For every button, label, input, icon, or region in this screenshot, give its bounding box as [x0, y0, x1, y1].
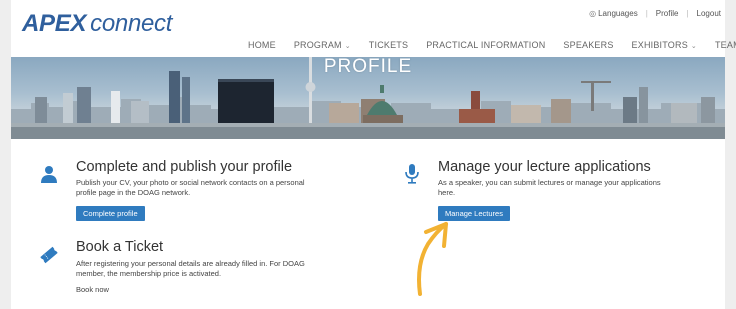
- ticket-card-description: After registering your personal details …: [76, 259, 366, 279]
- page-title: PROFILE: [323, 57, 413, 77]
- nav-program-label: PROGRAM: [293, 40, 342, 50]
- user-icon: [39, 164, 59, 184]
- divider: |: [686, 9, 689, 18]
- ticket-card: Book a Ticket After registering your per…: [39, 239, 359, 299]
- nav-tickets-label: TICKETS: [368, 40, 409, 50]
- nav-exhibitors[interactable]: EXHIBITORS ⌄: [632, 40, 697, 50]
- main-nav: HOME PROGRAM ⌄ TICKETS PRACTICAL INFORMAT…: [248, 40, 736, 50]
- profile-banner: PROFILE: [11, 57, 725, 139]
- nav-program[interactable]: PROGRAM ⌄: [294, 40, 351, 50]
- profile-card-title: Complete and publish your profile: [76, 159, 293, 175]
- nav-exhibitors-label: EXHIBITORS: [631, 40, 688, 50]
- ticket-desc-line: After registering your personal details …: [76, 259, 305, 268]
- book-now-link[interactable]: Book now: [76, 285, 109, 294]
- annotation-arrow-icon: [417, 222, 448, 296]
- nav-team-label: TEAM: [714, 40, 736, 50]
- nav-practical-information-label: PRACTICAL INFORMATION: [426, 40, 546, 50]
- nav-home-label: HOME: [248, 40, 276, 50]
- logo-apex-text: APEX: [22, 10, 87, 37]
- nav-home[interactable]: HOME: [248, 40, 276, 50]
- lectures-card-title: Manage your lecture applications: [438, 159, 651, 175]
- profile-link[interactable]: Profile: [656, 9, 679, 18]
- logo-connect-text: connect: [90, 10, 173, 37]
- profile-desc-line: Publish your CV, your photo or social ne…: [76, 178, 305, 187]
- page: APEX connect ◎ Languages | Profile | Logo…: [11, 0, 736, 309]
- microphone-icon: [402, 164, 422, 184]
- nav-practical-information[interactable]: PRACTICAL INFORMATION: [426, 40, 545, 50]
- lectures-card-description: As a speaker, you can submit lectures or…: [438, 178, 708, 198]
- lectures-desc-line: As a speaker, you can submit lectures or…: [438, 178, 661, 187]
- profile-desc-line: profile page in the DOAG network.: [76, 188, 191, 197]
- chevron-down-icon: ⌄: [690, 43, 697, 50]
- apex-connect-logo[interactable]: APEX connect: [22, 10, 172, 38]
- ticket-icon: [39, 245, 59, 265]
- divider: |: [645, 9, 648, 18]
- nav-speakers[interactable]: SPEAKERS: [563, 40, 613, 50]
- utility-nav: ◎ Languages | Profile | Logout: [589, 9, 721, 18]
- profile-card-description: Publish your CV, your photo or social ne…: [76, 178, 366, 198]
- profile-card: Complete and publish your profile Publis…: [39, 159, 359, 224]
- nav-tickets[interactable]: TICKETS: [369, 40, 408, 50]
- complete-profile-button[interactable]: Complete profile: [76, 206, 145, 221]
- globe-icon: ◎: [589, 9, 597, 18]
- ticket-card-title: Book a Ticket: [76, 239, 164, 255]
- languages-link[interactable]: Languages: [598, 9, 638, 18]
- logout-link[interactable]: Logout: [697, 9, 721, 18]
- nav-team[interactable]: TEAM: [715, 40, 736, 50]
- chevron-down-icon: ⌄: [344, 43, 351, 50]
- ticket-desc-line: member, the membership price is activate…: [76, 269, 222, 278]
- lectures-desc-line: here.: [438, 188, 456, 197]
- nav-speakers-label: SPEAKERS: [563, 40, 614, 50]
